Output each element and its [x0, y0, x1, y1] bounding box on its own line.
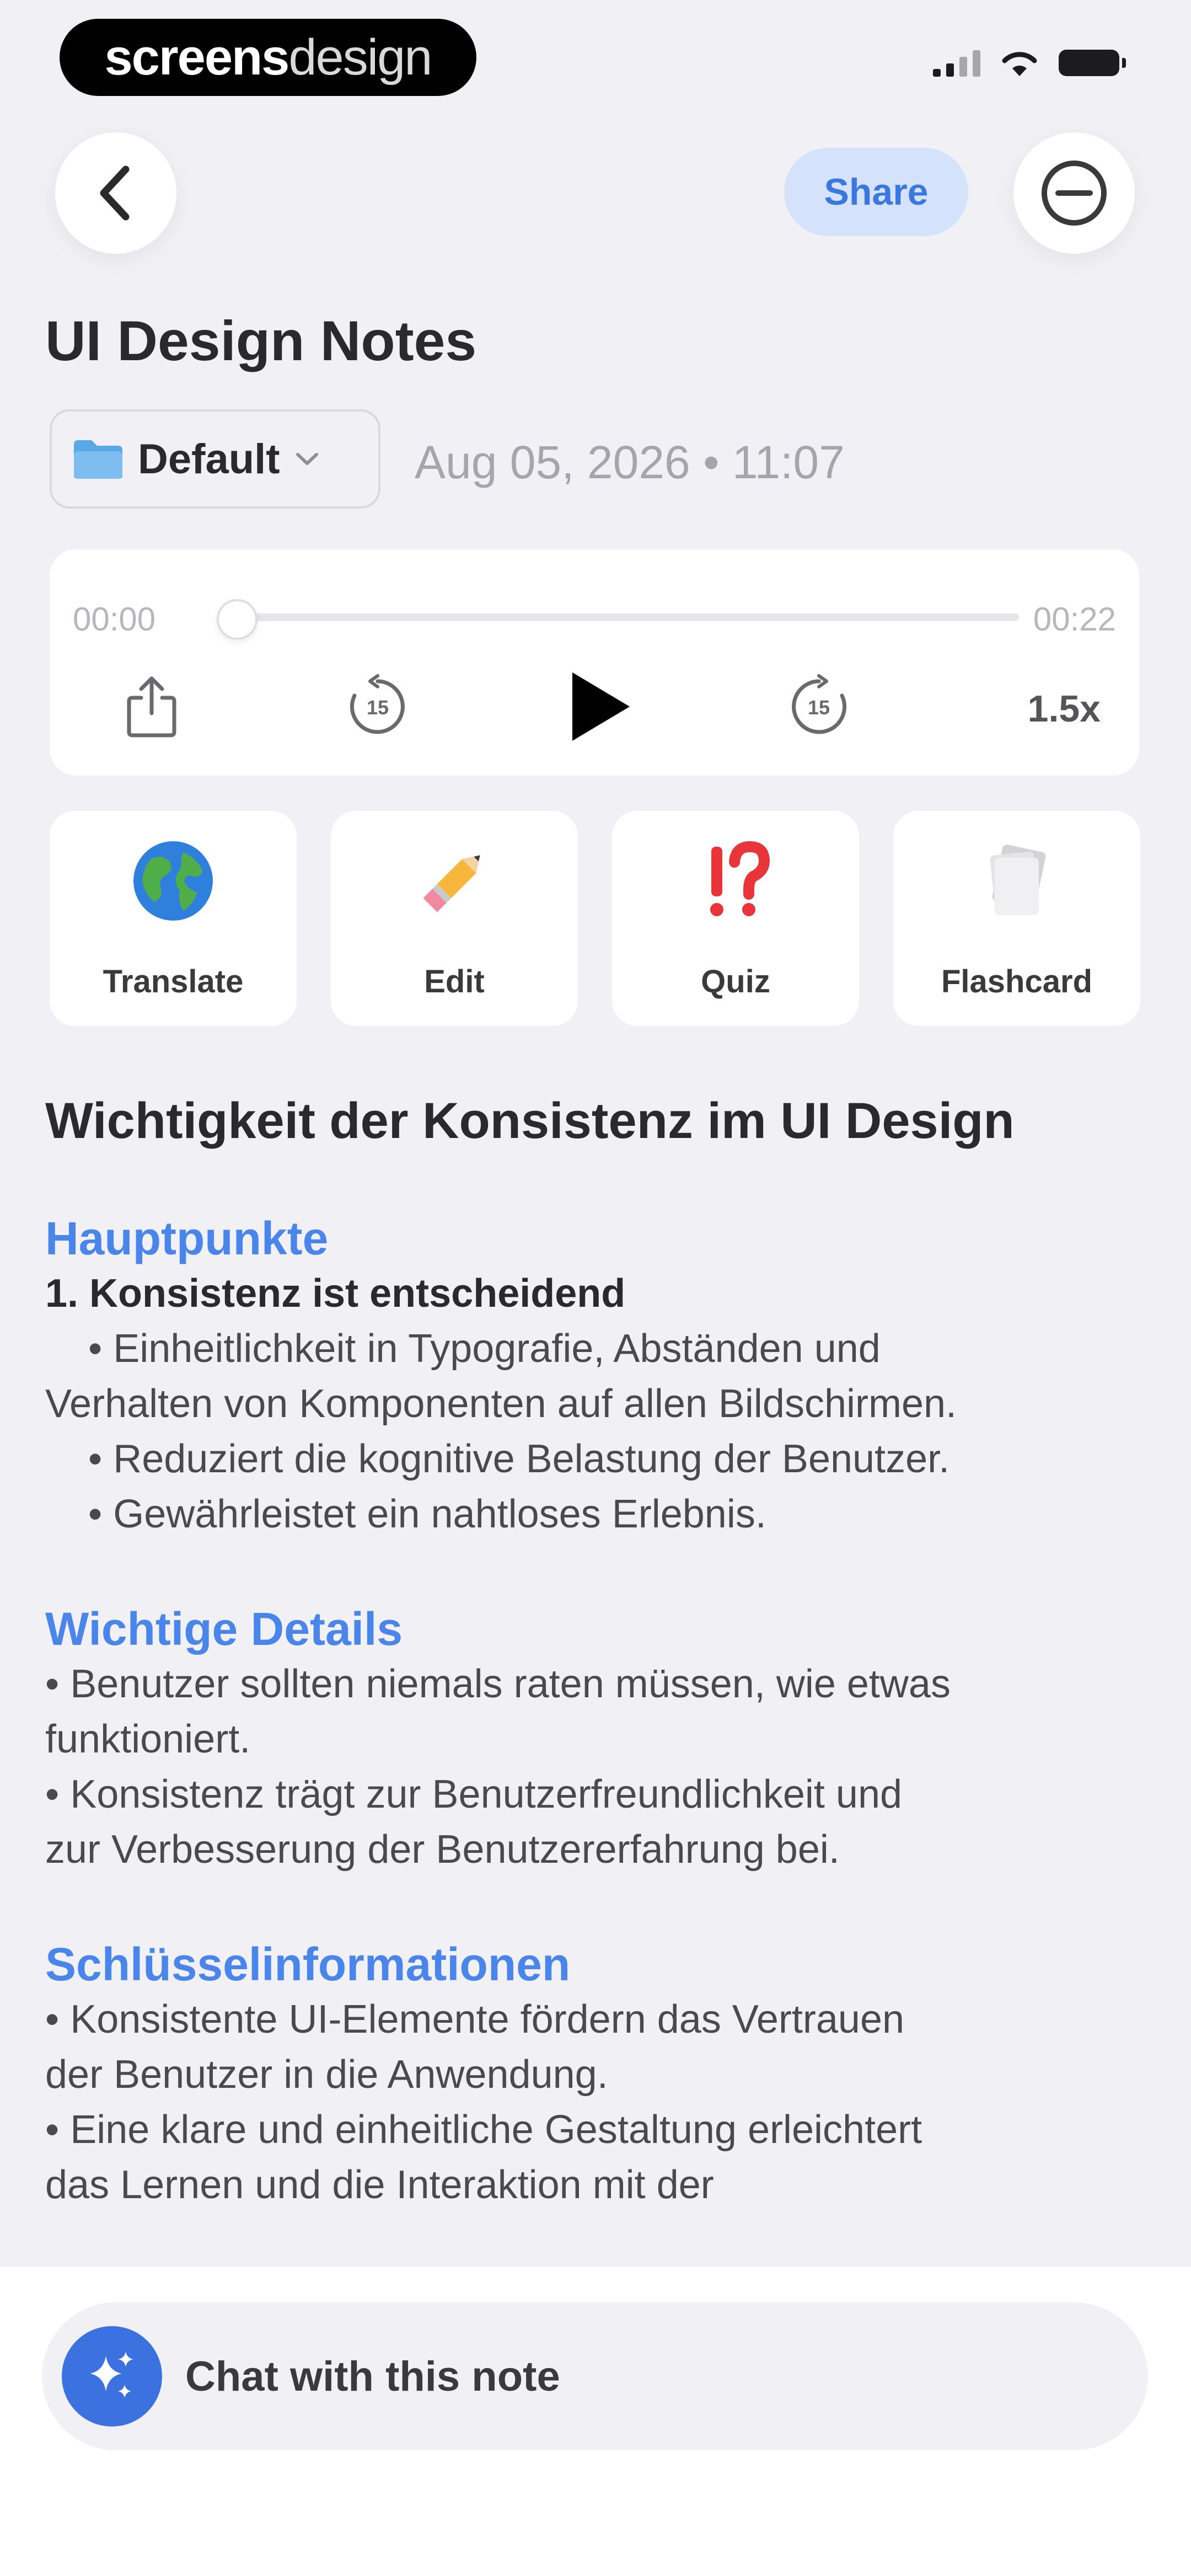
play-icon	[572, 672, 630, 741]
section-title-key-information: Schlüsselinformationen	[45, 1938, 571, 1990]
progress-thumb[interactable]	[217, 599, 257, 640]
note-line: der Benutzer in die Anwendung.	[45, 2053, 608, 2097]
cellular-signal-icon	[933, 49, 980, 77]
note-line: • Reduziert die kognitive Belastung der …	[88, 1437, 950, 1481]
note-line: • Gewährleistet ein nahtloses Erlebnis.	[88, 1492, 766, 1536]
section-title-main-points: Hauptpunkte	[45, 1212, 329, 1264]
quiz-label: Quiz	[701, 964, 770, 1000]
chevron-down-icon	[296, 453, 318, 465]
chat-icon	[62, 2326, 162, 2427]
time-total: 00:22	[1033, 601, 1116, 638]
brand-logo: screens design	[60, 19, 476, 96]
note-line: • Konsistenz trägt zur Benutzerfreundlic…	[45, 1772, 903, 1816]
brand-bold: screens	[104, 29, 290, 85]
status-icons	[933, 49, 1126, 77]
translate-action[interactable]: Translate	[50, 811, 297, 1026]
page-title: UI Design Notes	[45, 309, 477, 372]
playback-speed-button[interactable]: 1.5x	[1028, 687, 1101, 730]
flashcard-action[interactable]: Flashcard	[893, 811, 1140, 1026]
flashcard-label: Flashcard	[941, 964, 1092, 1000]
note-line: • Benutzer sollten niemals raten müssen,…	[45, 1662, 951, 1706]
export-audio-button[interactable]	[110, 665, 193, 748]
note-line: funktioniert.	[45, 1717, 251, 1761]
translate-label: Translate	[103, 964, 244, 1000]
share-button[interactable]: Share	[784, 148, 968, 236]
share-icon	[127, 676, 176, 737]
chevron-left-icon	[100, 165, 130, 221]
back-button[interactable]	[55, 132, 176, 254]
edit-action[interactable]: Edit	[331, 811, 578, 1026]
sparkles-icon	[90, 2351, 133, 2398]
note-line: • Einheitlichkeit in Typografie, Abständ…	[88, 1327, 881, 1371]
wifi-icon	[1002, 52, 1037, 76]
skip-back-seconds: 15	[367, 696, 389, 719]
audio-player: 00:00 00:22 15 15 1.5x	[50, 549, 1139, 776]
section-title-important-details: Wichtige Details	[45, 1603, 403, 1655]
rewind-15-icon: 15	[350, 674, 405, 734]
battery-icon	[1059, 50, 1126, 76]
folder-label: Default	[138, 435, 280, 483]
note-line: • Eine klare und einheitliche Gestaltung…	[45, 2108, 922, 2152]
note-line: Verhalten von Komponenten auf allen Bild…	[45, 1382, 957, 1426]
note-line: zur Verbesserung der Benutzererfahrung b…	[45, 1827, 840, 1872]
note-line: • Konsistente UI-Elemente fördern das Ve…	[45, 1997, 905, 2041]
status-bar: screens design	[0, 0, 1191, 110]
quiz-action[interactable]: Quiz	[612, 811, 859, 1026]
skip-forward-button[interactable]: 15	[777, 665, 860, 748]
progress-track[interactable]	[237, 613, 1019, 621]
brand-light: design	[288, 29, 432, 85]
minus-circle-icon	[1042, 161, 1107, 226]
folder-selector[interactable]: Default	[50, 409, 380, 509]
pencil-icon	[423, 855, 480, 912]
interrobang-icon	[710, 841, 770, 916]
play-button[interactable]	[557, 665, 640, 748]
time-current: 00:00	[73, 601, 156, 638]
forward-15-icon: 15	[792, 674, 847, 734]
chat-with-note-button[interactable]: Chat with this note	[42, 2302, 1148, 2450]
note-date: Aug 05, 2026 • 11:07	[415, 436, 845, 488]
more-options-button[interactable]	[1013, 132, 1135, 254]
globe-icon	[133, 841, 213, 921]
chat-label: Chat with this note	[185, 2353, 560, 2400]
edit-label: Edit	[424, 964, 485, 1000]
note-heading: Wichtigkeit der Konsistenz im UI Design	[45, 1093, 1015, 1149]
note-line: 1. Konsistenz ist entscheidend	[45, 1271, 626, 1316]
cards-icon	[990, 845, 1046, 915]
note-detail-screen: screens design Share UI Design Notes Def…	[0, 0, 1191, 2576]
note-content: Wichtigkeit der Konsistenz im UI Design …	[45, 1092, 1148, 2212]
note-line: das Lernen und die Interaktion mit der	[45, 2163, 714, 2207]
skip-forward-seconds: 15	[808, 696, 830, 719]
skip-back-button[interactable]: 15	[336, 665, 419, 748]
folder-icon	[74, 440, 122, 479]
